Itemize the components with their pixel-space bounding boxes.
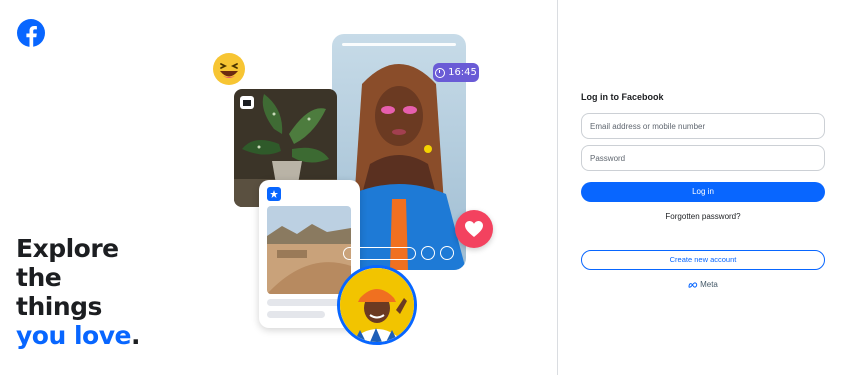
time-badge: 16:45 <box>433 63 479 82</box>
meta-logo: Meta <box>581 280 825 289</box>
story-action-dot <box>440 246 454 260</box>
hero-line: you love. <box>16 321 140 350</box>
skatepark-image <box>267 206 351 294</box>
hero-headline: Explore the things you love. <box>16 234 140 350</box>
post-placeholder-line <box>267 299 345 306</box>
login-button[interactable]: Log in <box>581 182 825 202</box>
login-title: Log in to Facebook <box>581 92 664 102</box>
profile-avatar <box>337 265 417 345</box>
hero-accent: you love <box>16 321 131 350</box>
clock-icon <box>435 67 446 78</box>
email-input[interactable] <box>581 113 825 139</box>
meta-infinity-icon <box>688 281 698 288</box>
post-placeholder-line <box>267 311 325 318</box>
laughing-emoji-icon <box>213 53 245 85</box>
heart-icon <box>455 210 493 248</box>
hero-period: . <box>130 321 141 350</box>
create-account-button[interactable]: Create new account <box>581 250 825 270</box>
story-reply-bar <box>343 247 416 260</box>
star-badge-icon <box>267 187 281 201</box>
story-action-dot <box>421 246 435 260</box>
hero-line: things <box>16 292 102 321</box>
facebook-logo-icon[interactable] <box>17 19 45 47</box>
hero-line: the <box>16 263 62 292</box>
login-panel: Log in to Facebook Log in Forgotten pass… <box>558 0 845 375</box>
forgot-password-link[interactable]: Forgotten password? <box>581 212 825 221</box>
hero-line: Explore <box>16 234 119 263</box>
left-panel: 16:45 Explore the things you love. <box>0 0 557 375</box>
password-input[interactable] <box>581 145 825 171</box>
feature-collage: 16:45 <box>205 30 495 345</box>
time-label: 16:45 <box>448 67 477 78</box>
meta-label: Meta <box>700 280 718 289</box>
